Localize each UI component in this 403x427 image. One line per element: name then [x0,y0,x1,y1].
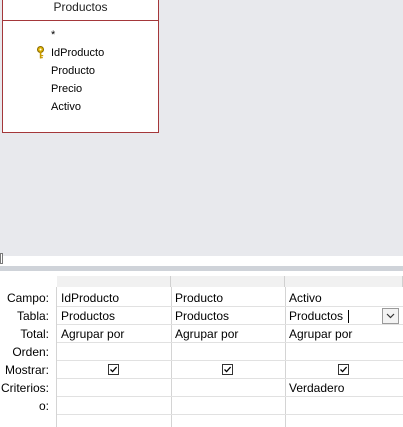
column-selector-3[interactable] [285,276,403,287]
field-label: IdProducto [51,47,105,59]
orden-cell-2[interactable] [171,343,285,361]
field-precio[interactable]: Precio [3,80,158,98]
campo-cell-3[interactable]: Activo [285,289,401,307]
tabla-cell-2[interactable]: Productos [171,307,285,325]
field-list: * IdProducto Producto Precio Activo [3,21,158,116]
query-design-pane[interactable]: Productos * IdProducto Producto Precio A… [0,0,403,264]
field-all[interactable]: * [3,26,158,44]
field-activo[interactable]: Activo [3,98,158,116]
text-caret [348,310,349,323]
row-label-campo: Campo: [6,291,49,305]
column-selector-2[interactable] [171,276,285,287]
o-cell-1[interactable] [57,397,171,415]
row-label-criterios: Criterios: [0,381,49,395]
criterios-cell-3[interactable]: Verdadero [285,379,401,397]
o-cell-2[interactable] [171,397,285,415]
mostrar-checkbox-3[interactable] [338,364,349,375]
criterios-cell-2[interactable] [171,379,285,397]
row-label-o: o: [38,399,49,413]
tabla-cell-1[interactable]: Productos [57,307,171,325]
row-label-orden: Orden: [12,345,49,359]
total-cell-1[interactable]: Agrupar por [57,325,171,343]
campo-cell-1[interactable]: IdProducto [57,289,171,307]
tabla-cell-3[interactable]: Productos [285,307,381,325]
orden-cell-1[interactable] [57,343,171,361]
table-productos[interactable]: Productos * IdProducto Producto Precio A… [2,0,159,133]
chevron-down-icon [386,313,395,319]
table-title[interactable]: Productos [3,0,158,21]
column-selector-1[interactable] [57,276,171,287]
checkmark-icon [340,366,348,373]
tabla-dropdown-button[interactable] [382,308,399,324]
checkmark-icon [110,366,118,373]
primary-key-icon [36,46,45,59]
horizontal-scrollbar[interactable] [0,253,3,264]
field-producto[interactable]: Producto [3,62,158,80]
field-idproducto[interactable]: IdProducto [3,44,158,62]
row-label-tabla: Tabla: [16,309,49,323]
row-label-mostrar: Mostrar: [4,363,49,377]
criterios-cell-1[interactable] [57,379,171,397]
mostrar-checkbox-2[interactable] [222,364,233,375]
campo-cell-2[interactable]: Producto [171,289,285,307]
row-label-total: Total: [20,327,49,341]
total-cell-3[interactable]: Agrupar por [285,325,401,343]
total-cell-2[interactable]: Agrupar por [171,325,285,343]
o-cell-3[interactable] [285,397,401,415]
checkmark-icon [224,366,232,373]
mostrar-checkbox-1[interactable] [108,364,119,375]
orden-cell-3[interactable] [285,343,401,361]
